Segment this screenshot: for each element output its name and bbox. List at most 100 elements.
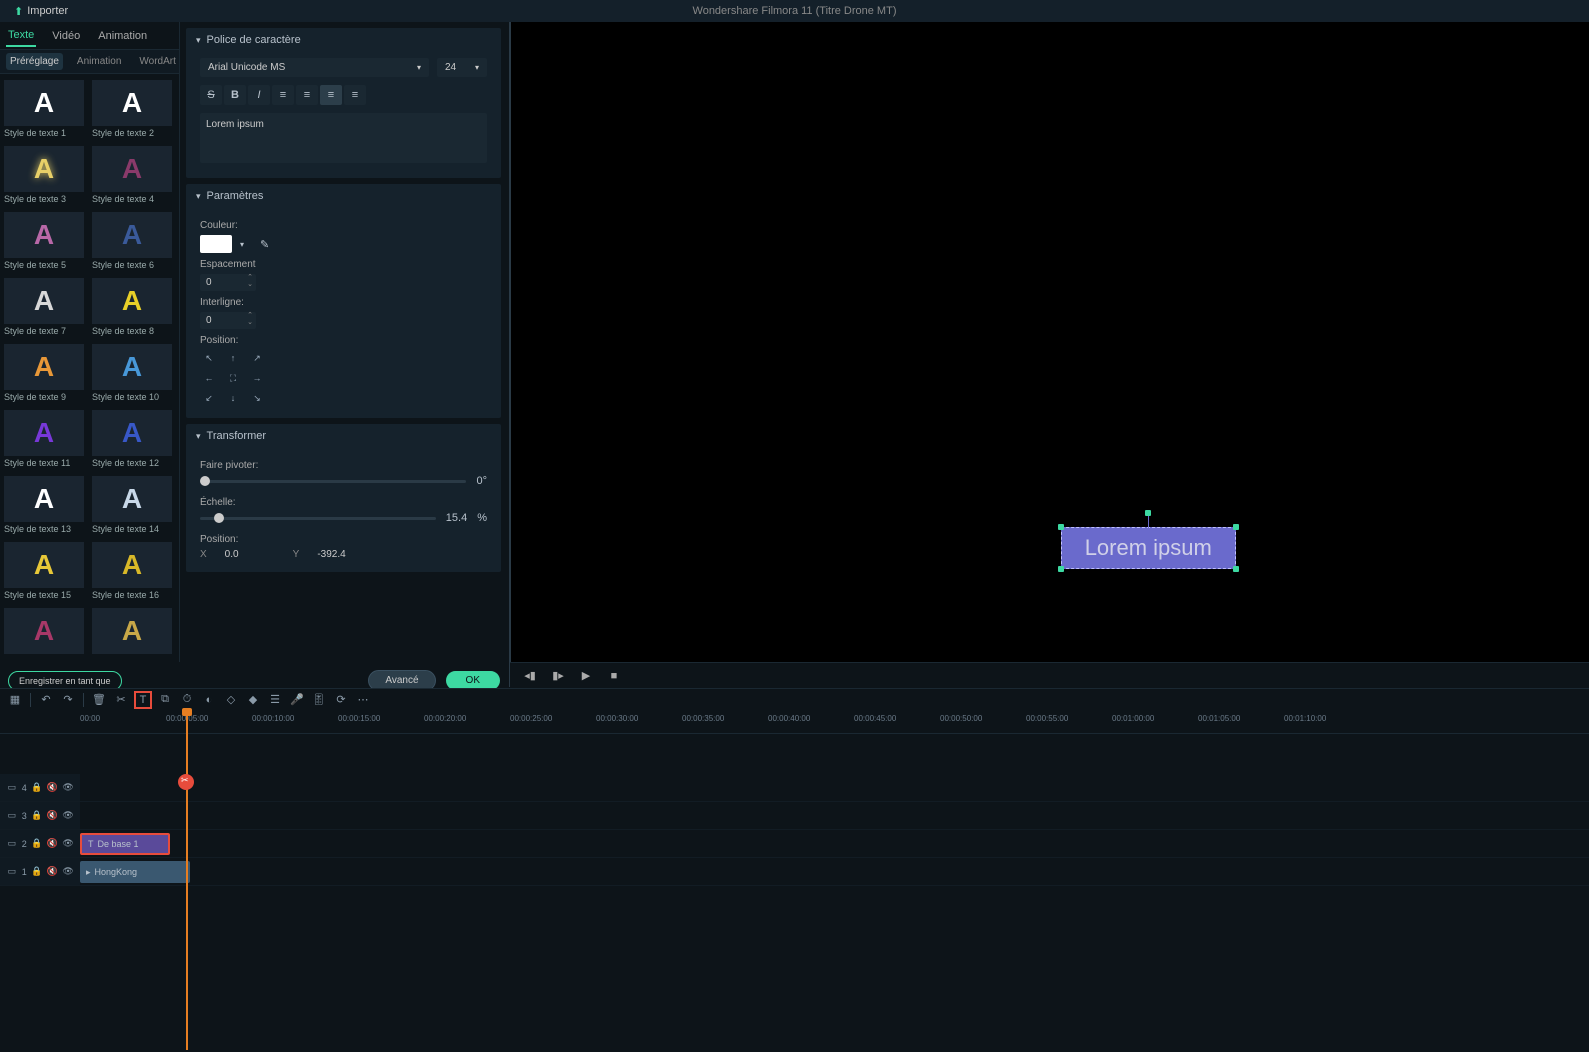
italic-button[interactable]: I: [248, 85, 270, 105]
text-style-preset[interactable]: A: [2, 606, 86, 664]
delete-button[interactable]: 🗑: [90, 691, 108, 709]
eye-icon[interactable]: 👁: [62, 782, 74, 794]
eyedropper-icon[interactable]: ✎: [260, 238, 269, 251]
eye-icon[interactable]: 👁: [62, 810, 74, 822]
mute-icon[interactable]: 🔇: [47, 838, 59, 850]
scale-slider[interactable]: [200, 517, 436, 520]
lock-icon[interactable]: 🔒: [31, 838, 43, 850]
text-style-preset[interactable]: AStyle de texte 7: [2, 276, 86, 342]
chevron-down-icon[interactable]: ▾: [240, 240, 244, 249]
pos-bottom-right[interactable]: ↘: [248, 390, 266, 406]
text-overlay-box[interactable]: Lorem ipsum: [1061, 527, 1236, 569]
text-style-preset[interactable]: AStyle de texte 2: [90, 78, 174, 144]
text-tool-button[interactable]: T: [134, 691, 152, 709]
text-style-preset[interactable]: AStyle de texte 1: [2, 78, 86, 144]
track-head-3[interactable]: ▭ 3 🔒 🔇 👁: [0, 802, 80, 829]
tab-texte[interactable]: Texte: [6, 25, 36, 47]
pos-bottom[interactable]: ↓: [224, 390, 242, 406]
color-swatch[interactable]: [200, 235, 232, 253]
list-button[interactable]: ☰: [266, 691, 284, 709]
font-section-header[interactable]: ▾ Police de caractère: [186, 28, 501, 52]
text-style-preset[interactable]: AStyle de texte 4: [90, 144, 174, 210]
y-input[interactable]: [317, 549, 367, 560]
grid-icon[interactable]: ▦: [6, 691, 24, 709]
rotate-slider[interactable]: [200, 480, 466, 483]
more-button[interactable]: ⋯: [354, 691, 372, 709]
align-justify-button[interactable]: ≡: [344, 85, 366, 105]
align-left-button[interactable]: ≡: [272, 85, 294, 105]
track-head-1[interactable]: ▭ 1 🔒 🔇 👁: [0, 858, 80, 885]
marker-button[interactable]: ◇: [222, 691, 240, 709]
leading-input[interactable]: [200, 312, 256, 329]
speed-button[interactable]: ⏱: [178, 691, 196, 709]
text-style-preset[interactable]: AStyle de texte 16: [90, 540, 174, 606]
stop-button[interactable]: ■: [606, 668, 622, 684]
subtab-prereglage[interactable]: Préréglage: [6, 53, 63, 70]
resize-handle[interactable]: [1058, 566, 1064, 572]
eye-icon[interactable]: 👁: [62, 866, 74, 878]
tab-animation[interactable]: Animation: [96, 26, 149, 46]
playhead[interactable]: [186, 710, 188, 1050]
redo-button[interactable]: ↷: [59, 691, 77, 709]
align-right-button[interactable]: ≡: [320, 85, 342, 105]
resize-handle[interactable]: [1233, 566, 1239, 572]
text-style-preset[interactable]: AStyle de texte 12: [90, 408, 174, 474]
text-style-preset[interactable]: AStyle de texte 15: [2, 540, 86, 606]
text-style-preset[interactable]: AStyle de texte 10: [90, 342, 174, 408]
tab-video[interactable]: Vidéo: [50, 26, 82, 46]
text-style-preset[interactable]: AStyle de texte 13: [2, 474, 86, 540]
text-style-preset[interactable]: AStyle de texte 5: [2, 210, 86, 276]
pos-top-left[interactable]: ↖: [200, 350, 218, 366]
pos-top-right[interactable]: ↗: [248, 350, 266, 366]
next-frame-button[interactable]: ▮▸: [550, 668, 566, 684]
mute-icon[interactable]: 🔇: [47, 866, 59, 878]
mixer-button[interactable]: 🎚: [310, 691, 328, 709]
lock-icon[interactable]: 🔒: [31, 866, 43, 878]
import-button[interactable]: ⬆ Importer: [8, 3, 74, 20]
timeline-ruler[interactable]: 00:0000:00:05:0000:00:10:0000:00:15:0000…: [0, 710, 1589, 734]
font-family-select[interactable]: Arial Unicode MS ▾: [200, 58, 429, 77]
pos-bottom-left[interactable]: ↙: [200, 390, 218, 406]
font-size-select[interactable]: 24 ▾: [437, 58, 487, 77]
pos-center[interactable]: ⛶: [224, 370, 242, 386]
bold-button[interactable]: B: [224, 85, 246, 105]
spacing-input[interactable]: [200, 274, 256, 291]
rotate-handle[interactable]: [1145, 510, 1151, 516]
crop-button[interactable]: ⧉: [156, 691, 174, 709]
align-center-button[interactable]: ≡: [296, 85, 318, 105]
text-style-preset[interactable]: AStyle de texte 9: [2, 342, 86, 408]
pos-left[interactable]: ←: [200, 370, 218, 386]
mute-icon[interactable]: 🔇: [47, 810, 59, 822]
track-head-4[interactable]: ▭ 4 🔒 🔇 👁: [0, 774, 80, 801]
cut-button[interactable]: ✂: [112, 691, 130, 709]
text-style-preset[interactable]: AStyle de texte 11: [2, 408, 86, 474]
undo-button[interactable]: ↶: [37, 691, 55, 709]
text-style-preset[interactable]: A: [90, 606, 174, 664]
title-clip[interactable]: T De base 1: [80, 833, 170, 855]
preview-canvas[interactable]: Lorem ipsum: [511, 22, 1589, 687]
params-section-header[interactable]: ▾ Paramètres: [186, 184, 501, 208]
keyframe-button[interactable]: ◆: [244, 691, 262, 709]
text-content-input[interactable]: Lorem ipsum: [200, 113, 487, 163]
mic-button[interactable]: 🎤: [288, 691, 306, 709]
transform-section-header[interactable]: ▾ Transformer: [186, 424, 501, 448]
cut-marker-icon[interactable]: [178, 774, 194, 790]
pos-right[interactable]: →: [248, 370, 266, 386]
color-button[interactable]: ◐: [200, 691, 218, 709]
text-style-preset[interactable]: AStyle de texte 14: [90, 474, 174, 540]
text-style-preset[interactable]: AStyle de texte 6: [90, 210, 174, 276]
eye-icon[interactable]: 👁: [62, 838, 74, 850]
subtab-wordart[interactable]: WordArt: [135, 53, 180, 70]
pos-top[interactable]: ↑: [224, 350, 242, 366]
text-style-preset[interactable]: AStyle de texte 8: [90, 276, 174, 342]
resize-handle[interactable]: [1058, 524, 1064, 530]
strikethrough-button[interactable]: S: [200, 85, 222, 105]
video-clip[interactable]: ▸ HongKong: [80, 861, 190, 883]
x-input[interactable]: [225, 549, 275, 560]
lock-icon[interactable]: 🔒: [31, 810, 43, 822]
play-button[interactable]: ▶: [578, 668, 594, 684]
render-button[interactable]: ⟳: [332, 691, 350, 709]
lock-icon[interactable]: 🔒: [31, 782, 43, 794]
resize-handle[interactable]: [1233, 524, 1239, 530]
subtab-animation[interactable]: Animation: [73, 53, 125, 70]
